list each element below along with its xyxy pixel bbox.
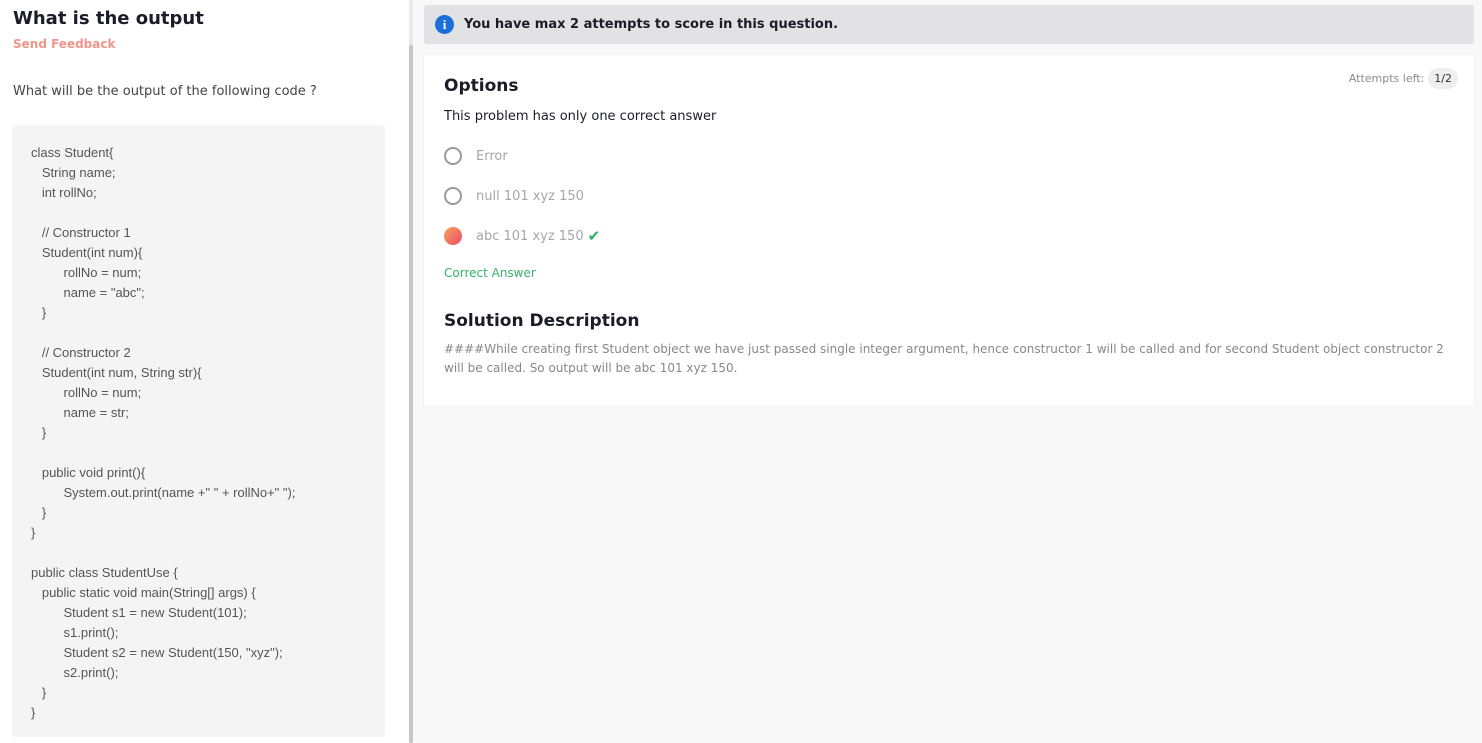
- option-label: Error: [476, 148, 508, 164]
- attempts-count-badge: 1/2: [1428, 68, 1458, 89]
- correct-answer-label: Correct Answer: [444, 266, 536, 280]
- option-abc-101-xyz-150[interactable]: abc 101 xyz 150 ✔: [444, 227, 600, 245]
- question-prompt: What will be the output of the following…: [13, 84, 317, 99]
- code-block: class Student{ String name; int rollNo; …: [12, 125, 385, 737]
- answer-instruction: This problem has only one correct answer: [444, 109, 717, 124]
- solution-heading: Solution Description: [444, 311, 640, 331]
- radio-button[interactable]: [444, 147, 462, 165]
- attempts-label: Attempts left:: [1348, 72, 1425, 85]
- option-label: abc 101 xyz 150: [476, 228, 584, 244]
- solution-description: ####While creating first Student object …: [444, 342, 1444, 375]
- options-heading: Options: [444, 76, 519, 96]
- option-null-101-xyz-150[interactable]: null 101 xyz 150: [444, 187, 584, 205]
- checkmark-icon: ✔: [587, 227, 601, 245]
- info-icon: i: [435, 15, 454, 34]
- question-title: What is the output: [13, 8, 204, 29]
- send-feedback-link[interactable]: Send Feedback: [13, 37, 115, 51]
- attempts-left: Attempts left: 1/2: [1349, 68, 1458, 89]
- question-panel: What is the output Send Feedback What wi…: [0, 0, 409, 743]
- radio-button[interactable]: [444, 187, 462, 205]
- scrollbar-thumb[interactable]: [409, 45, 413, 743]
- banner-text: You have max 2 attempts to score in this…: [464, 17, 839, 32]
- option-error[interactable]: Error: [444, 147, 508, 165]
- code-text: class Student{ String name; int rollNo; …: [31, 145, 296, 720]
- option-label: null 101 xyz 150: [476, 188, 584, 204]
- radio-button-selected[interactable]: [444, 227, 462, 245]
- options-card: Options Attempts left: 1/2 This problem …: [424, 55, 1474, 406]
- attempts-info-banner: i You have max 2 attempts to score in th…: [424, 5, 1474, 44]
